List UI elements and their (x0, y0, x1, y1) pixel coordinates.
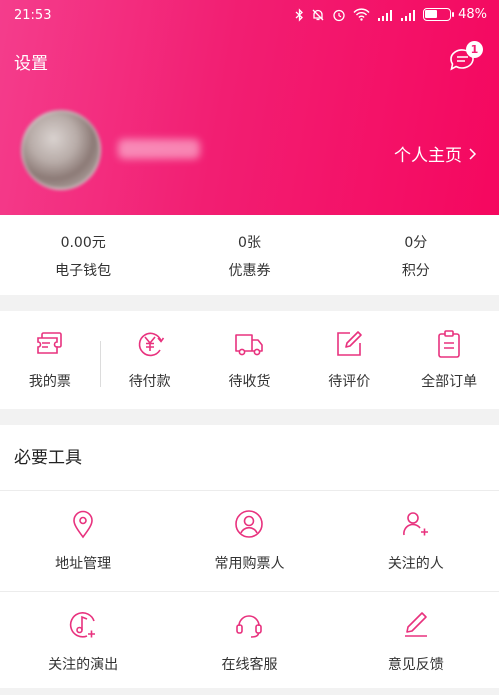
status-bar: 21:53 48% (0, 0, 499, 34)
signal-icon (378, 9, 393, 21)
tool-label: 地址管理 (55, 556, 112, 572)
truck-icon (235, 334, 264, 356)
headset-icon (236, 615, 263, 638)
profile-link[interactable]: 个人主页 (394, 141, 477, 166)
tool-label: 在线客服 (221, 657, 278, 673)
order-pending-review[interactable]: 待评价 (299, 311, 399, 409)
status-time: 21:53 (14, 8, 52, 23)
location-icon (73, 510, 93, 539)
stat-coupons[interactable]: 0张 优惠券 (166, 215, 332, 295)
stat-label: 优惠券 (228, 263, 271, 279)
order-label: 待付款 (128, 374, 171, 390)
order-label: 全部订单 (421, 374, 478, 390)
signal-icon (401, 9, 416, 21)
tool-followed-shows[interactable]: 关注的演出 (0, 592, 166, 692)
add-user-icon (402, 512, 428, 536)
stat-value: 0.00元 (60, 235, 106, 251)
stat-label: 电子钱包 (55, 263, 112, 279)
profile-header: 21:53 48% 设置 1 个人主页 (0, 0, 499, 215)
stat-points[interactable]: 0分 积分 (333, 215, 499, 295)
section-title: 必要工具 (0, 425, 499, 491)
battery-icon (423, 8, 455, 21)
avatar[interactable] (21, 110, 101, 190)
stat-wallet[interactable]: 0.00元 电子钱包 (0, 215, 166, 295)
essential-tools: 必要工具 地址管理 常用购票人 关注的人 关注的演出 在线客服 意见反馈 (0, 425, 499, 695)
order-list-icon (438, 330, 460, 358)
message-button[interactable]: 1 (447, 41, 483, 76)
feedback-pen-icon (404, 612, 427, 637)
tool-frequent-buyers[interactable]: 常用购票人 (166, 491, 332, 591)
user-circle-icon (235, 510, 264, 538)
profile-link-label: 个人主页 (394, 146, 462, 166)
tool-address[interactable]: 地址管理 (0, 491, 166, 591)
message-badge: 1 (466, 41, 483, 58)
wifi-icon (353, 8, 370, 21)
tool-label: 意见反馈 (387, 657, 444, 673)
stat-value: 0张 (238, 235, 261, 251)
edit-icon (337, 331, 363, 356)
tool-label: 关注的演出 (48, 657, 119, 673)
bluetooth-icon (295, 7, 304, 22)
tool-feedback[interactable]: 意见反馈 (333, 592, 499, 692)
battery-percent: 48% (458, 7, 487, 22)
ticket-icon (37, 332, 62, 354)
order-pending-delivery[interactable]: 待收货 (200, 311, 300, 409)
tool-label: 关注的人 (387, 556, 444, 572)
settings-button[interactable]: 设置 (14, 49, 48, 74)
mute-bell-icon (312, 9, 324, 20)
chevron-right-icon (469, 147, 477, 160)
account-stats: 0.00元 电子钱包 0张 优惠券 0分 积分 (0, 215, 499, 295)
tool-online-service[interactable]: 在线客服 (166, 592, 332, 692)
tool-followed-people[interactable]: 关注的人 (333, 491, 499, 591)
order-my-tickets[interactable]: 我的票 (0, 311, 101, 409)
order-label: 我的票 (28, 374, 71, 390)
order-label: 待收货 (228, 374, 271, 390)
order-shortcuts: 我的票 待付款 待收货 待评价 全部订单 (0, 311, 499, 409)
order-pending-payment[interactable]: 待付款 (100, 311, 200, 409)
music-note-icon (69, 612, 96, 638)
order-label: 待评价 (328, 374, 371, 390)
stat-label: 积分 (401, 263, 430, 279)
order-all[interactable]: 全部订单 (399, 311, 499, 409)
tool-row: 关注的演出 在线客服 意见反馈 (0, 592, 499, 693)
status-icons: 48% (295, 7, 487, 22)
tool-row: 地址管理 常用购票人 关注的人 (0, 491, 499, 592)
username-blurred (118, 139, 200, 159)
bottom-strip (0, 688, 499, 695)
stat-value: 0分 (404, 235, 428, 251)
yen-icon (138, 332, 164, 357)
alarm-icon (333, 9, 345, 21)
tool-label: 常用购票人 (214, 556, 285, 572)
